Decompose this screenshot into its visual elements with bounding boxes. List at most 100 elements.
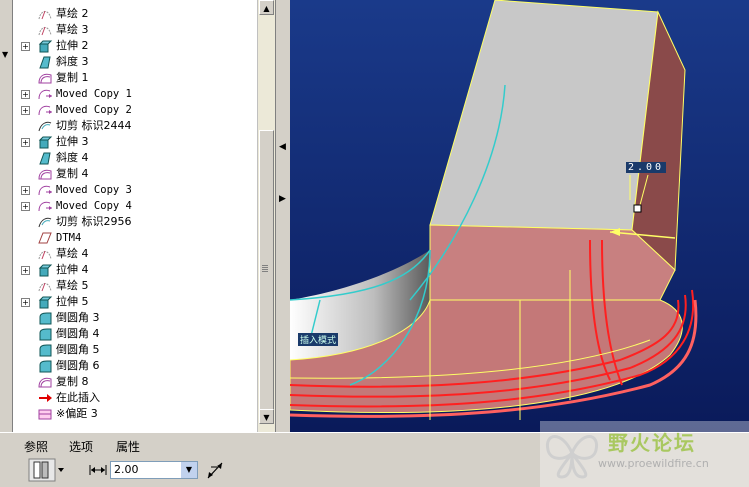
tree-item[interactable]: 草绘 2 [13, 6, 258, 22]
thickness-value[interactable]: 2.00 [114, 463, 139, 476]
expand-icon[interactable]: + [21, 138, 30, 147]
tree-item[interactable]: 切剪 标识2956 [13, 214, 258, 230]
tree-item-label: Moved Copy 2 [56, 104, 132, 116]
chevron-down-icon[interactable]: ▼ [2, 50, 8, 59]
tree-item[interactable]: 复制 8 [13, 374, 258, 390]
moved-copy-icon [37, 183, 53, 197]
dimension-label[interactable]: 2.00 [626, 162, 667, 173]
tree-item[interactable]: 复制 4 [13, 166, 258, 182]
expand-right-icon[interactable]: ▶ [279, 194, 286, 204]
left-panel-edge: ▼ [0, 0, 12, 432]
expand-icon[interactable]: + [21, 90, 30, 99]
sketch-icon [37, 247, 53, 261]
tree-item[interactable]: 斜度 3 [13, 54, 258, 70]
tree-item-label: Moved Copy 1 [56, 88, 132, 100]
chevron-down-icon[interactable]: ▼ [181, 462, 197, 478]
scroll-up-button[interactable]: ▲ [259, 0, 274, 15]
collapse-left-icon[interactable]: ◀ [279, 142, 286, 152]
thickness-combo[interactable]: 2.00 ▼ [110, 461, 198, 479]
tree-item[interactable]: + 拉伸 3 [13, 134, 258, 150]
extrude-icon [37, 263, 53, 277]
tab-options[interactable]: 选项 [69, 438, 93, 455]
flip-icon [207, 462, 223, 479]
extrude-icon [37, 295, 53, 309]
tree-item-label: 切剪 标识2444 [56, 119, 132, 132]
expand-icon[interactable]: + [21, 186, 30, 195]
scroll-grip [262, 265, 268, 272]
3d-viewport[interactable]: 2.00 插入模式 [290, 0, 749, 432]
tree-item[interactable]: 草绘 4 [13, 246, 258, 262]
offset-type-button[interactable] [28, 458, 68, 482]
tree-item[interactable]: 草绘 5 [13, 278, 258, 294]
round-icon [37, 311, 53, 325]
tree-item[interactable]: 在此插入 [13, 390, 258, 406]
tree-item-label: 倒圆角 5 [56, 343, 100, 356]
tree-item[interactable]: + Moved Copy 2 [13, 102, 258, 118]
copy-icon [37, 167, 53, 181]
watermark-title: 野火论坛 [608, 431, 696, 455]
offset-icon [37, 407, 53, 421]
draft-icon [37, 55, 53, 69]
offset-type-icon [28, 458, 64, 482]
tree-item[interactable]: + Moved Copy 3 [13, 182, 258, 198]
tree-item-label: 拉伸 4 [56, 263, 89, 276]
expand-icon[interactable]: + [21, 42, 30, 51]
moved-copy-icon [37, 199, 53, 213]
tree-item[interactable]: 斜度 4 [13, 150, 258, 166]
expand-icon[interactable]: + [21, 202, 30, 211]
tree-item[interactable]: 倒圆角 4 [13, 326, 258, 342]
panel-splitter[interactable]: ◀ ▶ [275, 0, 291, 432]
tree-item[interactable]: + 拉伸 2 [13, 38, 258, 54]
tree-item[interactable]: 倒圆角 5 [13, 342, 258, 358]
moved-copy-icon [37, 87, 53, 101]
tree-item[interactable]: + Moved Copy 4 [13, 198, 258, 214]
tree-item[interactable]: + 拉伸 4 [13, 262, 258, 278]
tree-item[interactable]: 复制 1 [13, 70, 258, 86]
expand-icon[interactable]: + [21, 106, 30, 115]
extrude-icon [37, 135, 53, 149]
tree-item[interactable]: + 拉伸 5 [13, 294, 258, 310]
flip-direction-button[interactable] [205, 458, 225, 482]
expand-icon[interactable]: + [21, 298, 30, 307]
copy-icon [37, 375, 53, 389]
tree-item-label: 拉伸 5 [56, 295, 89, 308]
mode-tag: 插入模式 [298, 333, 339, 346]
tree-item-label: 斜度 3 [56, 55, 89, 68]
tree-item-label: 拉伸 2 [56, 39, 89, 52]
tab-properties[interactable]: 属性 [116, 438, 140, 455]
sketch-icon [37, 279, 53, 293]
tree-item[interactable]: 倒圆角 3 [13, 310, 258, 326]
tree-item-label: 倒圆角 4 [56, 327, 100, 340]
tree-item-label: 拉伸 3 [56, 135, 89, 148]
tree-item-label: ※偏距 3 [56, 407, 98, 420]
copy-icon [37, 71, 53, 85]
tree-item-label: 草绘 5 [56, 279, 89, 292]
tree-item-label: 复制 8 [56, 375, 89, 388]
round-icon [37, 359, 53, 373]
tree-item[interactable]: + Moved Copy 1 [13, 86, 258, 102]
tree-item-label: 切剪 标识2956 [56, 215, 132, 228]
datum-plane-icon [37, 231, 53, 245]
moved-copy-icon [37, 103, 53, 117]
tree-item-label: DTM4 [56, 232, 82, 244]
tree-item-label: 草绘 2 [56, 7, 89, 20]
tree-item-label: 在此插入 [56, 391, 100, 404]
watermark-url: www.proewildfire.cn [598, 457, 709, 470]
tree-item[interactable]: 切剪 标识2444 [13, 118, 258, 134]
expand-icon[interactable]: + [21, 266, 30, 275]
tree-scrollbar[interactable]: ▲ ▼ [257, 0, 275, 432]
tree-item[interactable]: 倒圆角 6 [13, 358, 258, 374]
draft-icon [37, 151, 53, 165]
tree-item[interactable]: 草绘 3 [13, 22, 258, 38]
tree-item[interactable]: DTM4 [13, 230, 258, 246]
extrude-icon [37, 39, 53, 53]
tree-item[interactable]: ※偏距 3 [13, 406, 258, 422]
sketch-icon [37, 7, 53, 21]
model-tree: 草绘 2 草绘 3 + 拉伸 2 斜度 3 复制 1 + Moved Copy 1 + Moved… [12, 0, 258, 432]
butterfly-logo-icon [545, 435, 599, 479]
scroll-down-button[interactable]: ▼ [259, 409, 274, 424]
cut-icon [37, 215, 53, 229]
tree-item-label: 复制 1 [56, 71, 89, 84]
model-graphic [290, 0, 749, 432]
tab-references[interactable]: 参照 [24, 438, 48, 455]
